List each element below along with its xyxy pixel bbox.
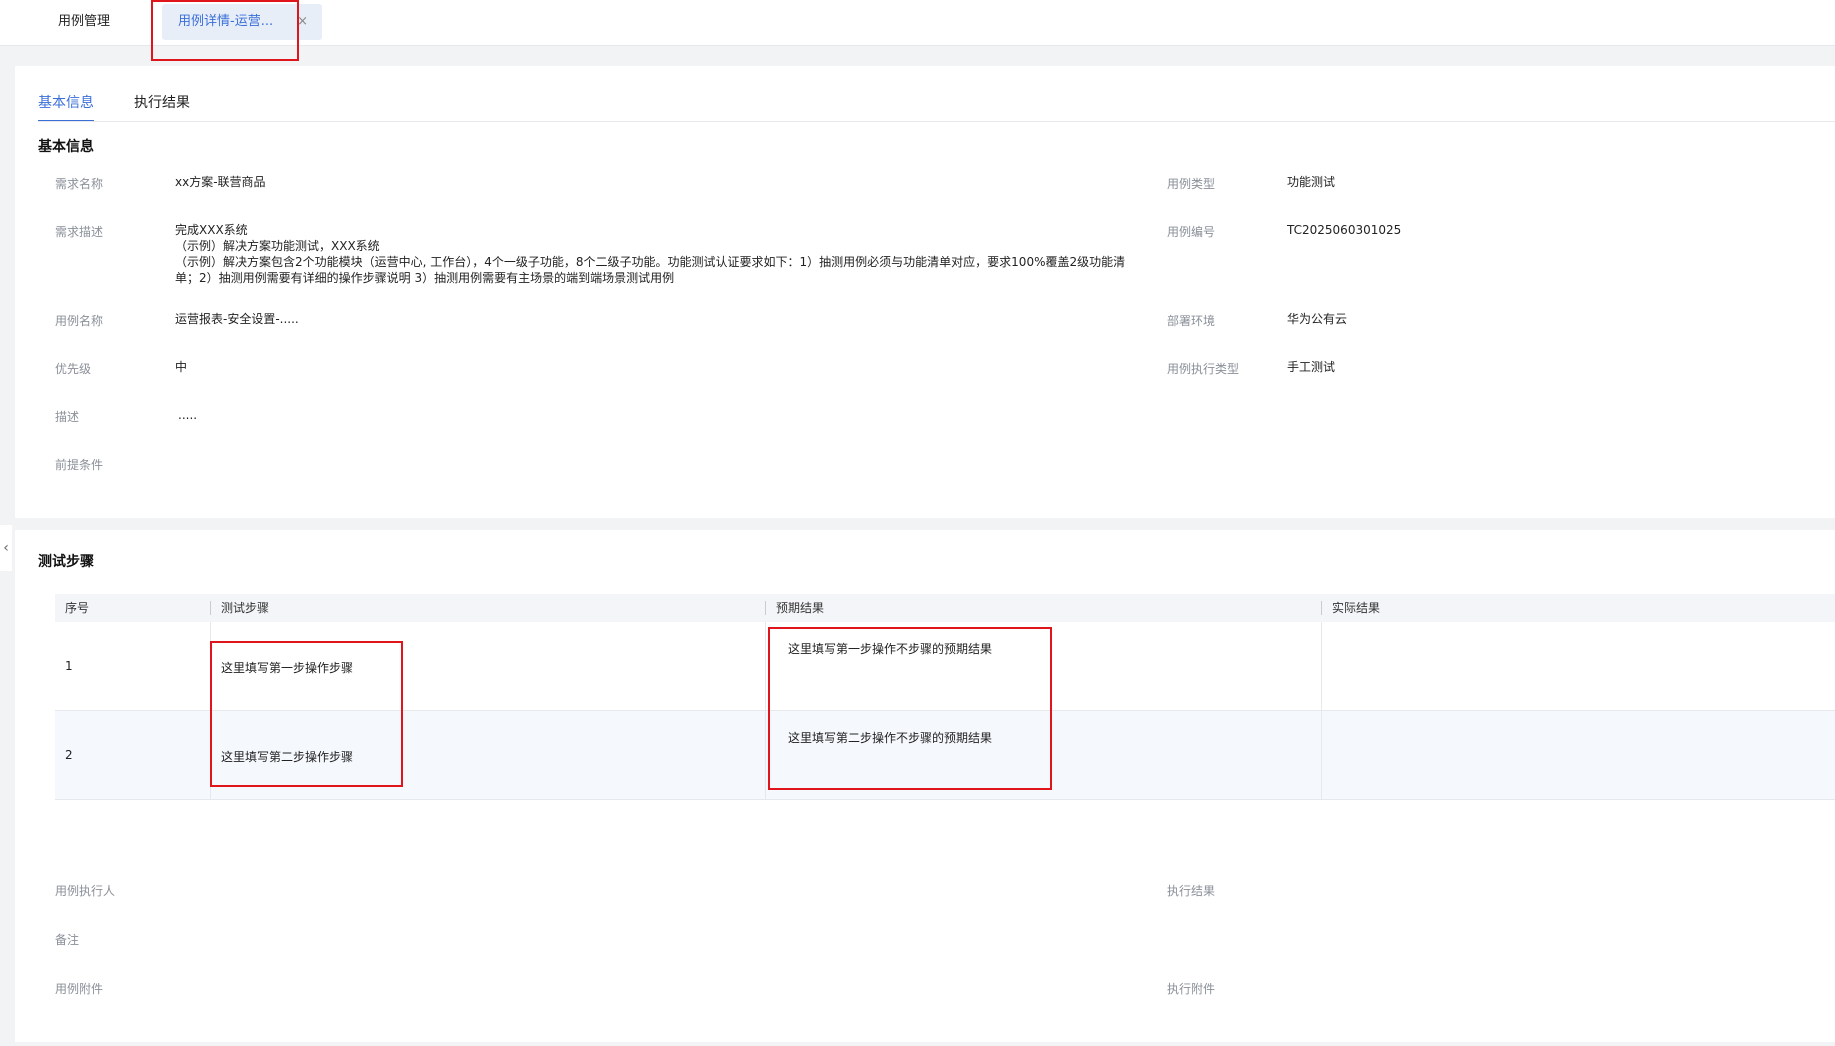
field-label-remark: 备注 — [55, 933, 80, 947]
cell-no: 1 — [65, 659, 73, 673]
field-label-exec-result: 执行结果 — [1167, 884, 1216, 898]
field-label-exec-attachment: 执行附件 — [1167, 982, 1216, 996]
desc-line: （示例）解决方案包含2个功能模块（运营中心, 工作台），4个一级子功能，8个二级… — [175, 255, 1126, 269]
chevron-left-icon[interactable]: ‹ — [0, 525, 12, 571]
basic-info-card: 基本信息 执行结果 基本信息 需求名称 xx方案-联营商品 需求描述 完成XXX… — [15, 66, 1835, 518]
column-separator — [210, 601, 211, 615]
field-value-requirement-desc: 完成XXX系统 （示例）解决方案功能测试，XXX系统 （示例）解决方案包含2个功… — [175, 222, 1135, 286]
field-label-case-name: 用例名称 — [55, 314, 104, 328]
field-label-case-attachment: 用例附件 — [55, 982, 104, 996]
column-header-actual: 实际结果 — [1332, 601, 1381, 615]
field-value-case-name: 运营报表-安全设置-..... — [175, 312, 299, 326]
field-value-description: ..... — [178, 408, 198, 422]
section-title-test-steps: 测试步骤 — [38, 554, 94, 570]
highlight-box-expected — [768, 627, 1052, 790]
field-label-priority: 优先级 — [55, 362, 92, 376]
column-separator — [1321, 601, 1322, 615]
field-value-case-id: TC2025060301025 — [1287, 223, 1402, 237]
field-label-deploy-env: 部署环境 — [1167, 314, 1216, 328]
field-value-deploy-env: 华为公有云 — [1287, 312, 1348, 326]
field-label-case-type: 用例类型 — [1167, 177, 1216, 191]
section-title-basic-info: 基本信息 — [38, 139, 94, 155]
column-header-no: 序号 — [65, 601, 90, 615]
tab-basic-info[interactable]: 基本信息 — [38, 92, 94, 122]
desc-line: （示例）解决方案功能测试，XXX系统 — [175, 239, 380, 253]
field-label-description: 描述 — [55, 410, 80, 424]
tab-execution-result[interactable]: 执行结果 — [134, 92, 190, 122]
field-label-executor: 用例执行人 — [55, 884, 116, 898]
field-label-case-id: 用例编号 — [1167, 225, 1216, 239]
desc-line: 单；2）抽测用例需要有详细的操作步骤说明 3）抽测用例需要有主场景的端到端场景测… — [175, 271, 675, 285]
tab-case-management[interactable]: 用例管理 — [44, 4, 124, 40]
field-value-case-type: 功能测试 — [1287, 175, 1336, 189]
highlight-box-tab — [151, 0, 299, 61]
field-label-precondition: 前提条件 — [55, 458, 104, 472]
field-value-exec-type: 手工测试 — [1287, 360, 1336, 374]
column-line — [1321, 622, 1322, 800]
column-header-expected: 预期结果 — [776, 601, 825, 615]
desc-line: 完成XXX系统 — [175, 223, 248, 237]
divider — [38, 121, 1835, 122]
table-header: 序号 测试步骤 预期结果 实际结果 — [55, 594, 1835, 622]
column-separator — [765, 601, 766, 615]
highlight-box-steps — [210, 641, 403, 787]
field-label-requirement-desc: 需求描述 — [55, 225, 104, 239]
column-line — [765, 622, 766, 800]
field-value-priority: 中 — [175, 360, 188, 374]
field-value-requirement-name: xx方案-联营商品 — [175, 175, 266, 189]
field-label-requirement-name: 需求名称 — [55, 177, 104, 191]
column-header-step: 测试步骤 — [221, 601, 270, 615]
field-label-exec-type: 用例执行类型 — [1167, 362, 1240, 376]
cell-no: 2 — [65, 748, 73, 762]
